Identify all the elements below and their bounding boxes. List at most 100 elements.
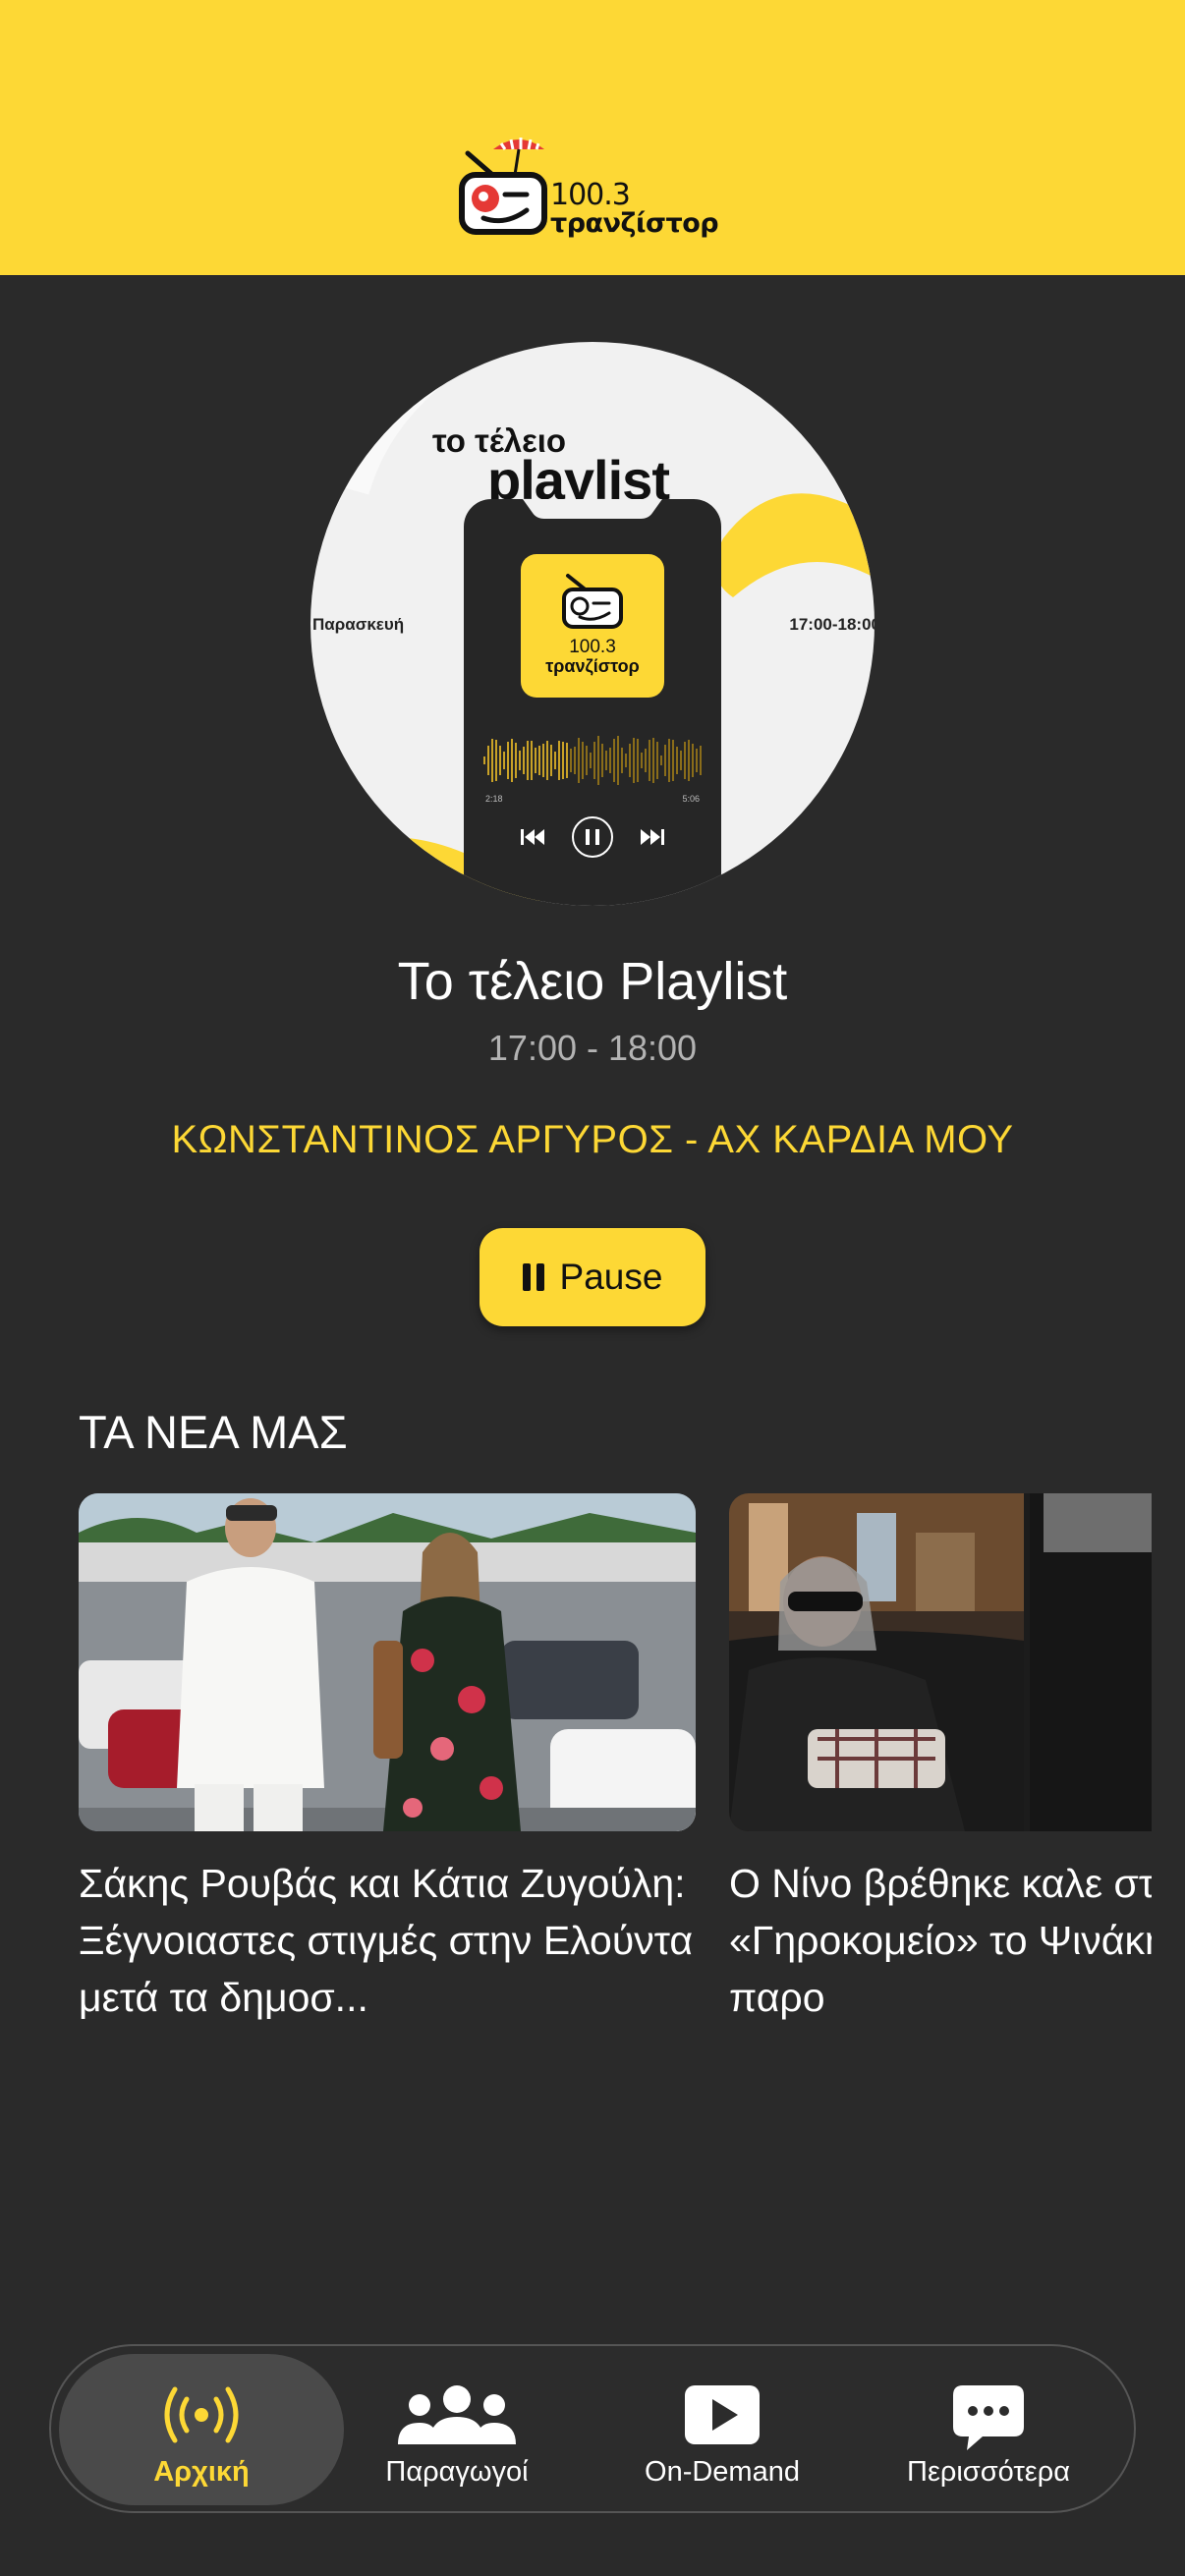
phone-station-logo: 100.3 τρανζίστορ xyxy=(521,554,664,698)
waveform-bar xyxy=(527,740,529,781)
artwork-time: 17:00-18:00 xyxy=(789,615,875,634)
waveform-bar xyxy=(601,744,603,777)
waveform-bar xyxy=(621,748,623,773)
show-artwork: το τέλειο playlist Παρασκευή 17:00-18:00… xyxy=(310,342,875,906)
player-remaining: 5:06 xyxy=(682,794,700,804)
waveform-bar xyxy=(507,742,509,779)
waveform-bar xyxy=(664,744,666,777)
show-time: 17:00 - 18:00 xyxy=(487,1028,698,1068)
waveform-bar xyxy=(491,739,493,782)
play-icon xyxy=(685,2385,760,2444)
users-icon xyxy=(398,2385,516,2444)
artwork-day: Παρασκευή xyxy=(312,615,405,634)
mini-radio-icon xyxy=(562,574,623,629)
next-icon xyxy=(641,829,664,845)
waveform-bar xyxy=(590,753,592,768)
show-title: Το τέλειο Playlist xyxy=(397,952,788,1011)
waveform-bar xyxy=(700,746,702,775)
nav-item-on-demand[interactable]: On-Demand xyxy=(590,2354,855,2505)
waveform-bar xyxy=(523,747,525,774)
waveform-bar xyxy=(676,747,678,774)
news-photo xyxy=(79,1493,696,1831)
waveform-bar xyxy=(637,738,639,783)
waveform-bar xyxy=(531,741,533,780)
waveform-bar xyxy=(582,742,584,779)
nav-item-producers[interactable]: Παραγωγοί xyxy=(324,2354,590,2505)
news-headline: Ο Νίνο βρέθηκε καλε στο «Γηροκομείο» το … xyxy=(729,1861,1152,2020)
bottom-navigation: Αρχική Παραγωγοί On-Demand Περισσότερα xyxy=(49,2344,1136,2513)
waveform-bar xyxy=(483,756,485,764)
news-image xyxy=(729,1493,1152,1831)
waveform-bar xyxy=(515,743,517,778)
news-photo xyxy=(729,1493,1152,1831)
waveform-bar xyxy=(672,740,674,781)
waveform-bar xyxy=(692,744,694,777)
news-carousel[interactable]: Σάκης Ρουβάς και Κάτια Ζυγούλη: Ξέγνοιασ… xyxy=(79,1493,1152,2024)
pause-button[interactable]: Pause xyxy=(480,1228,705,1326)
waveform-bar xyxy=(570,749,572,772)
player-controls xyxy=(521,816,664,858)
logo-frequency: 100.3 xyxy=(550,178,631,212)
waveform-bar xyxy=(503,751,505,770)
broadcast-icon xyxy=(164,2386,239,2443)
waveform-bar xyxy=(609,748,611,773)
pause-circle-icon xyxy=(572,816,613,858)
now-playing-track: ΚΩΝΣΤΑΝΤΙΝΟΣ ΑΡΓΥΡΟΣ - ΑΧ ΚΑΡΔΙΑ ΜΟΥ xyxy=(171,1118,1014,1161)
news-headline: Σάκης Ρουβάς και Κάτια Ζυγούλη: Ξέγνοιασ… xyxy=(79,1861,694,2020)
radio-logo-icon xyxy=(459,138,547,235)
waveform-bar xyxy=(586,746,588,775)
waveform-bar xyxy=(538,745,540,776)
waveform-bar xyxy=(562,742,564,779)
waveform-bar xyxy=(652,737,654,783)
waveform-bar xyxy=(535,747,536,774)
nav-item-more[interactable]: Περισσότερα xyxy=(849,2354,1128,2505)
phone-notch xyxy=(523,499,662,519)
waveform-bar xyxy=(645,749,647,772)
waveform-bar xyxy=(597,736,599,785)
waveform-bar xyxy=(550,744,552,777)
waveform-bar xyxy=(660,755,662,766)
waveform-bar xyxy=(542,743,544,778)
news-heading: ΤΑ ΝΕΑ ΜΑΣ xyxy=(79,1406,348,1458)
waveform-bar xyxy=(558,740,560,781)
waveform-bar xyxy=(641,752,643,769)
waveform-bar xyxy=(668,739,670,782)
pause-icon xyxy=(522,1263,544,1291)
artwork-phone: 100.3 τρανζίστορ 2:18 5:06 xyxy=(464,499,721,906)
station-logo[interactable]: 100.3 τρανζίστορ xyxy=(459,138,721,246)
waveform-bar xyxy=(688,739,690,782)
player-elapsed: 2:18 xyxy=(485,794,503,804)
waveform-bar xyxy=(574,746,576,775)
logo-text: 100.3 τρανζίστορ xyxy=(550,178,719,238)
waveform-bar xyxy=(519,750,521,771)
previous-icon xyxy=(521,829,544,845)
news-card[interactable]: Σάκης Ρουβάς και Κάτια Ζυγούλη: Ξέγνοιασ… xyxy=(79,1493,696,2024)
waveform-bar xyxy=(578,737,580,784)
nav-label-more: Περισσότερα xyxy=(907,2456,1070,2488)
phone-logo-frequency: 100.3 xyxy=(569,637,616,657)
nav-item-home[interactable]: Αρχική xyxy=(59,2354,344,2505)
header-bar: 100.3 τρανζίστορ xyxy=(0,0,1185,275)
waveform-bar xyxy=(625,754,627,767)
waveform-bar xyxy=(546,740,548,781)
waveform-bar xyxy=(633,737,635,784)
waveform-bar xyxy=(593,742,595,779)
nav-label-producers: Παραγωγοί xyxy=(385,2456,529,2488)
waveform-bar xyxy=(554,752,556,769)
pause-label: Pause xyxy=(559,1257,663,1297)
waveform-bar xyxy=(566,742,568,779)
audio-waveform xyxy=(483,731,702,790)
news-card[interactable]: Ο Νίνο βρέθηκε καλε στο «Γηροκομείο» το … xyxy=(729,1493,1152,2024)
nav-label-on-demand: On-Demand xyxy=(645,2456,800,2488)
waveform-bar xyxy=(487,745,489,776)
phone-logo-name: τρανζίστορ xyxy=(545,656,640,676)
waveform-bar xyxy=(499,745,501,776)
waveform-bar xyxy=(617,736,619,785)
waveform-bar xyxy=(495,739,497,782)
waveform-bar xyxy=(511,739,513,782)
waveform-bar xyxy=(656,742,658,779)
waveform-bar xyxy=(680,750,682,771)
waveform-bar xyxy=(613,739,615,782)
waveform-bar xyxy=(649,740,650,781)
waveform-bar xyxy=(696,749,698,772)
